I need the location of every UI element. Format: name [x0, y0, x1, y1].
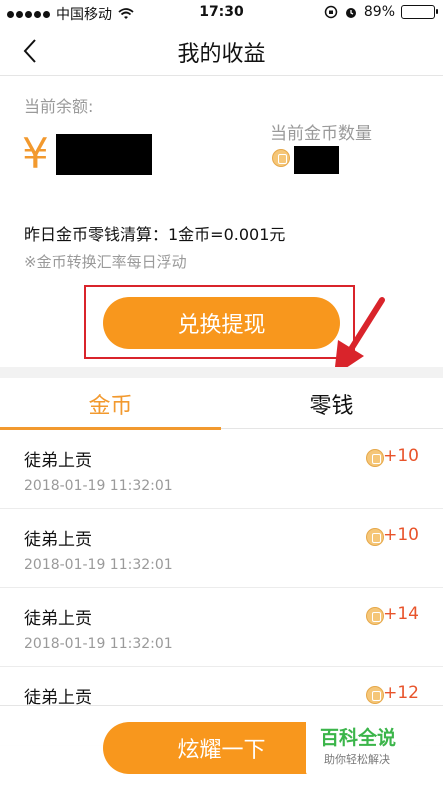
- record-amount: +12: [383, 683, 419, 703]
- show-off-button[interactable]: 炫耀一下: [103, 722, 340, 774]
- page-title: 我的收益: [177, 42, 266, 67]
- balance-redaction: [56, 134, 152, 175]
- tab-coins[interactable]: 金币: [0, 378, 221, 430]
- withdraw-button[interactable]: 兑换提现: [103, 297, 340, 349]
- battery-percent: 89%: [363, 4, 395, 20]
- coin-icon: [366, 607, 384, 625]
- coin-icon: [366, 528, 384, 546]
- tab-bar: 金币 零钱: [0, 378, 443, 430]
- watermark-title: 百科全说: [320, 727, 397, 749]
- list-item[interactable]: 徒弟上贡 2018-01-19 11:32:01 +14: [0, 588, 443, 667]
- coin-icon: [366, 686, 384, 704]
- coin-icon: [272, 149, 290, 167]
- record-amount: +10: [383, 525, 419, 545]
- nav-bar: 我的收益: [0, 26, 443, 76]
- balance-section: 当前余额: ¥ 当前金币数量 昨日金币零钱清算：1金币=0.001元 ※金币转换…: [0, 77, 443, 376]
- settlement-text: 昨日金币零钱清算：1金币=0.001元: [24, 225, 286, 244]
- battery-icon: [401, 5, 438, 19]
- record-time: 2018-01-19 11:32:01: [24, 478, 173, 494]
- orientation-lock-icon: [324, 5, 338, 19]
- balance-label: 当前余额:: [24, 97, 94, 116]
- gold-count-redaction: [294, 146, 339, 174]
- record-title: 徒弟上贡: [24, 530, 92, 550]
- watermark-logo: 百科全说 助你轻松解决: [306, 719, 414, 775]
- record-amount: +10: [383, 446, 419, 466]
- currency-symbol: ¥: [22, 129, 49, 178]
- coin-icon: [366, 449, 384, 467]
- status-right: 89%: [324, 4, 438, 20]
- record-title: 徒弟上贡: [24, 609, 92, 629]
- alarm-icon: [345, 8, 356, 18]
- watermark-subtitle: 助你轻松解决: [324, 753, 390, 766]
- section-divider: [0, 367, 443, 378]
- status-bar: 中国移动 17:30 89%: [0, 0, 443, 26]
- list-item[interactable]: 徒弟上贡 2018-01-19 11:32:01 +10: [0, 509, 443, 588]
- record-amount: +14: [383, 604, 419, 624]
- list-item[interactable]: 徒弟上贡 2018-01-19 11:32:01 +10: [0, 430, 443, 509]
- tab-change[interactable]: 零钱: [221, 378, 442, 429]
- record-time: 2018-01-19 11:32:01: [24, 636, 173, 652]
- rate-note: ※金币转换汇率每日浮动: [24, 253, 187, 271]
- gold-count-label: 当前金币数量: [270, 124, 372, 144]
- record-time: 2018-01-19 11:32:01: [24, 557, 173, 573]
- bottom-bar: 炫耀一下 百科全说 助你轻松解决: [0, 705, 443, 788]
- record-title: 徒弟上贡: [24, 451, 92, 471]
